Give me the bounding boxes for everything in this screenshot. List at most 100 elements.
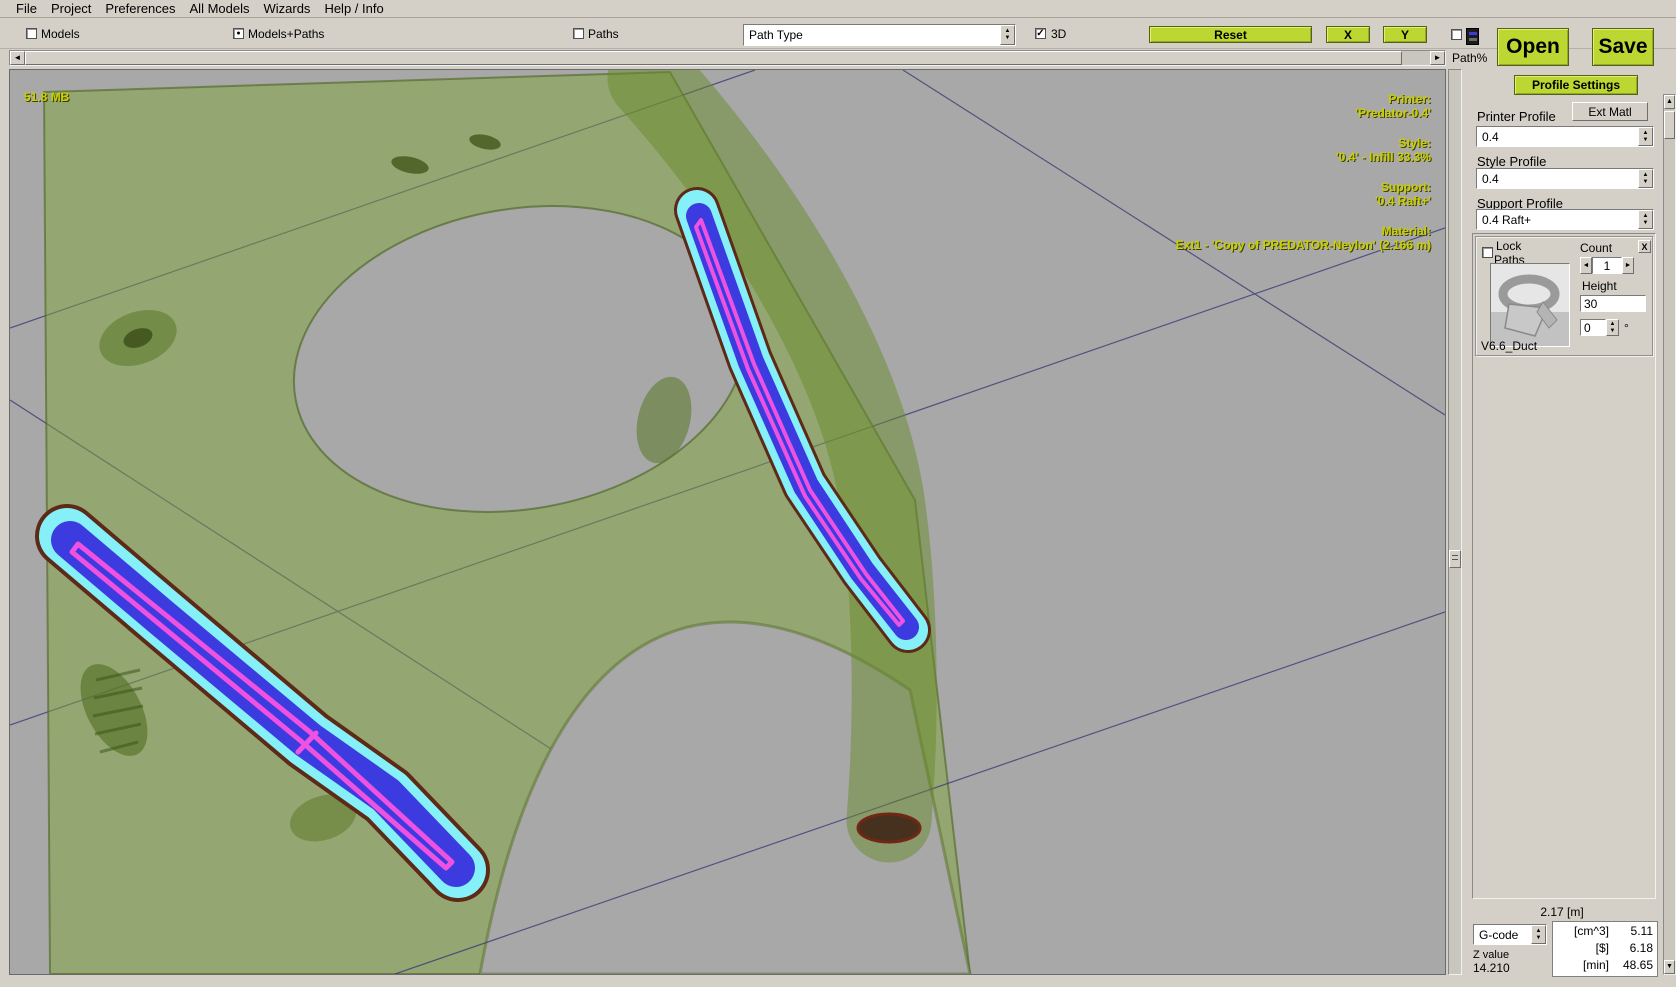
x-view-button[interactable]: X bbox=[1326, 26, 1370, 43]
stat-volume-label: [cm^3] bbox=[1557, 923, 1609, 940]
radio-models[interactable] bbox=[26, 28, 37, 39]
style-profile-value: 0.4 bbox=[1477, 169, 1638, 188]
3d-viewport-canvas[interactable] bbox=[10, 70, 1445, 974]
menu-help-info[interactable]: Help / Info bbox=[324, 1, 383, 16]
spinner-down-icon: ▼ bbox=[1643, 137, 1649, 144]
overlay-support-label: Support: bbox=[1375, 180, 1431, 194]
path-percent-checkbox[interactable] bbox=[1451, 29, 1462, 40]
spinner-down-icon: ▼ bbox=[1643, 220, 1649, 227]
stat-volume-value: 5.11 bbox=[1609, 923, 1653, 940]
profile-panel: Profile Settings Ext Matl Printer Profil… bbox=[1464, 69, 1660, 975]
radio-paths-label: Paths bbox=[588, 27, 619, 41]
scroll-right-icon: ► bbox=[1434, 54, 1442, 62]
ext-matl-label: Ext Matl bbox=[1588, 105, 1631, 119]
profile-settings-button[interactable]: Profile Settings bbox=[1514, 75, 1638, 95]
open-button[interactable]: Open bbox=[1497, 28, 1569, 66]
count-field[interactable]: 1 bbox=[1592, 257, 1622, 274]
printer-profile-label: Printer Profile bbox=[1477, 109, 1556, 124]
scroll-left-button[interactable]: ◄ bbox=[10, 51, 25, 65]
save-button-label: Save bbox=[1598, 35, 1647, 59]
radio-paths[interactable] bbox=[573, 28, 584, 39]
scroll-up-button[interactable]: ▲ bbox=[1664, 95, 1675, 109]
spinner-down-icon: ▼ bbox=[1536, 935, 1542, 942]
overlay-support-value: '0.4 Raft+' bbox=[1375, 194, 1431, 208]
count-left-icon: ◄ bbox=[1583, 262, 1590, 270]
model-item[interactable]: Lock Paths Count X ◄ 1 ► bbox=[1475, 236, 1653, 356]
menu-wizards[interactable]: Wizards bbox=[263, 1, 310, 16]
model-thumbnail[interactable] bbox=[1490, 263, 1570, 347]
count-right-icon: ► bbox=[1625, 262, 1632, 270]
printer-profile-spinner[interactable]: ▲ ▼ bbox=[1638, 127, 1653, 146]
scroll-right-button[interactable]: ► bbox=[1430, 51, 1445, 65]
path-color-swatch-icon[interactable] bbox=[1466, 28, 1479, 45]
spinner-down-icon: ▼ bbox=[1610, 328, 1616, 335]
spinner-down-icon: ▼ bbox=[1643, 179, 1649, 186]
stat-cost-value: 6.18 bbox=[1609, 940, 1653, 957]
overlay-style-label: Style: bbox=[1336, 136, 1431, 150]
3d-viewport[interactable]: 51.8 MB Printer: 'Predator-0.4' Style: '… bbox=[9, 69, 1446, 975]
profile-settings-label: Profile Settings bbox=[1532, 78, 1620, 92]
stat-time: [min] 48.65 bbox=[1557, 957, 1653, 974]
path-type-spinner[interactable]: ▲ ▼ bbox=[1000, 25, 1015, 45]
lock-paths-checkbox[interactable] bbox=[1482, 247, 1493, 258]
panel-scrollbar[interactable]: ▲ ▼ bbox=[1663, 94, 1676, 975]
path-percent-scrollbar[interactable]: ◄ ► bbox=[9, 50, 1446, 66]
printer-profile-dropdown[interactable]: 0.4 ▲ ▼ bbox=[1476, 126, 1654, 147]
printer-profile-value: 0.4 bbox=[1477, 127, 1638, 146]
support-profile-spinner[interactable]: ▲ ▼ bbox=[1638, 210, 1653, 229]
scroll-down-button[interactable]: ▼ bbox=[1664, 960, 1675, 974]
angle-spinner[interactable]: ▲ ▼ bbox=[1606, 319, 1619, 336]
x-button-label: X bbox=[1344, 28, 1352, 42]
panel-scroll-thumb[interactable] bbox=[1664, 111, 1675, 139]
count-increment-button[interactable]: ► bbox=[1622, 257, 1634, 274]
lock-paths-label-line1: Lock bbox=[1496, 239, 1521, 253]
save-button[interactable]: Save bbox=[1592, 28, 1654, 66]
style-profile-label: Style Profile bbox=[1477, 154, 1546, 169]
support-profile-value: 0.4 Raft+ bbox=[1477, 210, 1638, 229]
z-slider[interactable] bbox=[1448, 69, 1462, 975]
count-label: Count bbox=[1580, 241, 1612, 255]
overlay-printer: Printer: 'Predator-0.4' bbox=[1355, 92, 1431, 120]
open-button-label: Open bbox=[1506, 35, 1560, 59]
scroll-down-icon: ▼ bbox=[1666, 963, 1673, 971]
reset-button[interactable]: Reset bbox=[1149, 26, 1312, 43]
model-close-label: X bbox=[1641, 243, 1647, 251]
spinner-up-icon: ▲ bbox=[1643, 172, 1649, 179]
style-profile-spinner[interactable]: ▲ ▼ bbox=[1638, 169, 1653, 188]
stat-time-value: 48.65 bbox=[1609, 957, 1653, 974]
support-profile-dropdown[interactable]: 0.4 Raft+ ▲ ▼ bbox=[1476, 209, 1654, 230]
path-percent-scroll-thumb[interactable] bbox=[25, 51, 1402, 65]
y-view-button[interactable]: Y bbox=[1383, 26, 1427, 43]
overlay-printer-label: Printer: bbox=[1355, 92, 1431, 106]
path-type-dropdown[interactable]: Path Type ▲ ▼ bbox=[743, 24, 1016, 46]
model-name: V6.6_Duct bbox=[1481, 339, 1537, 353]
overlay-style-value: '0.4' - Infill 33.3% bbox=[1336, 150, 1431, 164]
spinner-down-icon: ▼ bbox=[1005, 35, 1011, 42]
overlay-material-value: Ext1 - 'Copy of PREDATOR-Neylon' (2.166 … bbox=[1176, 238, 1431, 252]
checkbox-3d[interactable]: ✓ bbox=[1035, 28, 1046, 39]
swatch-blue bbox=[1469, 32, 1477, 35]
height-field[interactable]: 30 bbox=[1580, 295, 1646, 312]
model-close-button[interactable]: X bbox=[1638, 240, 1651, 253]
radio-models-paths[interactable]: ● bbox=[233, 28, 244, 39]
stat-cost-label: [$] bbox=[1557, 940, 1609, 957]
gcode-spinner[interactable]: ▲ ▼ bbox=[1531, 925, 1546, 944]
scroll-up-icon: ▲ bbox=[1666, 98, 1673, 106]
menu-bar: File Project Preferences All Models Wiza… bbox=[0, 0, 1676, 18]
print-stats: [cm^3] 5.11 [$] 6.18 [min] 48.65 bbox=[1552, 921, 1658, 977]
style-profile-dropdown[interactable]: 0.4 ▲ ▼ bbox=[1476, 168, 1654, 189]
ext-matl-button[interactable]: Ext Matl bbox=[1572, 102, 1648, 121]
count-decrement-button[interactable]: ◄ bbox=[1580, 257, 1592, 274]
total-filament-length: 2.17 [m] bbox=[1464, 905, 1660, 919]
gcode-dropdown[interactable]: G-code ▲ ▼ bbox=[1473, 924, 1547, 945]
radio-models-paths-label: Models+Paths bbox=[248, 27, 324, 41]
spinner-up-icon: ▲ bbox=[1643, 130, 1649, 137]
angle-field[interactable]: 0 bbox=[1580, 319, 1606, 336]
menu-project[interactable]: Project bbox=[51, 1, 91, 16]
menu-preferences[interactable]: Preferences bbox=[105, 1, 175, 16]
stat-cost: [$] 6.18 bbox=[1557, 940, 1653, 957]
radio-selected-dot-icon: ● bbox=[236, 30, 240, 37]
menu-file[interactable]: File bbox=[16, 1, 37, 16]
z-slider-thumb[interactable] bbox=[1449, 550, 1461, 568]
menu-all-models[interactable]: All Models bbox=[190, 1, 250, 16]
